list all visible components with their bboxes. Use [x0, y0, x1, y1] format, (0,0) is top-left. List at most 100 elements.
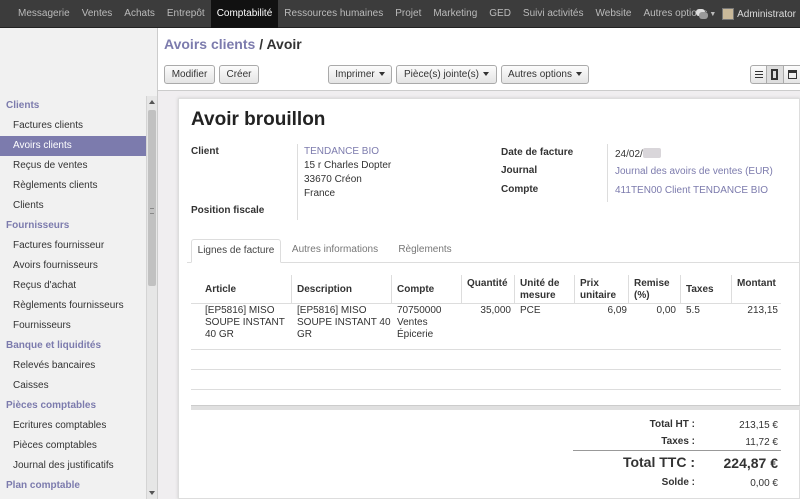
- print-button[interactable]: Imprimer: [328, 65, 392, 84]
- sidebar-item-releves-bancaires[interactable]: Relevés bancaires: [0, 356, 157, 376]
- more-options-button[interactable]: Autres options: [501, 65, 589, 84]
- cell-quantite: 35,000: [480, 305, 511, 316]
- row-divider: [191, 369, 781, 370]
- column-divider: [680, 275, 681, 303]
- list-view-button[interactable]: [750, 65, 767, 84]
- topnav-website[interactable]: Website: [590, 0, 638, 28]
- topnav-comptabilite[interactable]: Comptabilité: [210, 0, 279, 28]
- total-ttc-label: Total TTC :: [622, 454, 695, 470]
- sidebar-item-journal-justificatifs[interactable]: Journal des justificatifs: [0, 456, 157, 476]
- cell-line: [EP5816] MISO: [205, 305, 275, 316]
- attachments-button[interactable]: Pièce(s) jointe(s): [396, 65, 497, 84]
- view-switcher: [750, 65, 800, 84]
- col-header-quantite[interactable]: Quantité: [467, 278, 508, 290]
- caret-down-icon: [483, 72, 490, 77]
- sidebar-item-recus-de-ventes[interactable]: Reçus de ventes: [0, 156, 157, 176]
- client-address-line: France: [304, 188, 336, 199]
- tab-autres-informations[interactable]: Autres informations: [287, 239, 383, 263]
- avatar[interactable]: [722, 8, 735, 20]
- cell-line: SOUPE INSTANT: [205, 317, 285, 328]
- cell-unite: PCE: [520, 305, 541, 316]
- journal-label: Journal: [501, 165, 538, 176]
- sidebar-item-avoirs-clients[interactable]: Avoirs clients: [0, 136, 146, 156]
- col-header-remise[interactable]: Remise (%): [634, 278, 670, 302]
- scrollbar-thumb[interactable]: [148, 110, 156, 286]
- client-name-link[interactable]: TENDANCE BIO: [304, 146, 379, 157]
- chat-icon[interactable]: [696, 9, 709, 19]
- tab-reglements[interactable]: Règlements: [389, 239, 461, 263]
- sidebar-item-pieces-comptables[interactable]: Pièces comptables: [0, 436, 157, 456]
- topnav-suivi-activites[interactable]: Suivi activités: [517, 0, 590, 28]
- sidebar-section-plan-comptable: Plan comptable: [6, 480, 80, 491]
- top-menu-bar: Messagerie Ventes Achats Entrepôt Compta…: [0, 0, 800, 28]
- account-link[interactable]: 411TEN00 Client TENDANCE BIO: [615, 185, 768, 196]
- column-divider: [574, 275, 575, 303]
- solde-label: Solde :: [661, 477, 695, 488]
- topnav-ressources-humaines[interactable]: Ressources humaines: [278, 0, 389, 28]
- redacted-year: [642, 148, 661, 158]
- more-options-label: Autres options: [508, 69, 572, 80]
- column-divider: [291, 275, 292, 303]
- col-header-montant[interactable]: Montant: [737, 278, 776, 290]
- calendar-icon: [788, 70, 797, 79]
- sidebar-item-recus-d-achat[interactable]: Reçus d'achat: [0, 276, 157, 296]
- col-header-unite[interactable]: Unité de mesure: [520, 278, 559, 302]
- invoice-date-label: Date de facture: [501, 147, 574, 158]
- sidebar-item-fournisseurs[interactable]: Fournisseurs: [0, 316, 157, 336]
- row-divider: [191, 303, 781, 304]
- cell-compte: 70750000 Ventes Épicerie: [397, 305, 442, 341]
- sidebar-section-fournisseurs: Fournisseurs: [6, 220, 70, 231]
- taxes-value: 11,72 €: [745, 437, 778, 448]
- logo-area: [0, 28, 157, 96]
- sidebar-item-clients[interactable]: Clients: [0, 196, 157, 216]
- sidebar-scrollbar[interactable]: [146, 96, 157, 499]
- sidebar-item-factures-clients[interactable]: Factures clients: [0, 116, 157, 136]
- cell-line: SOUPE INSTANT 40: [297, 317, 391, 328]
- edit-button[interactable]: Modifier: [164, 65, 215, 84]
- scroll-down-icon[interactable]: [149, 491, 155, 495]
- topnav-ventes[interactable]: Ventes: [76, 0, 119, 28]
- topnav-ged[interactable]: GED: [483, 0, 517, 28]
- column-divider: [514, 275, 515, 303]
- form-icon: [771, 69, 778, 80]
- cell-line: [EP5816] MISO: [297, 305, 367, 316]
- topnav-entrepot[interactable]: Entrepôt: [161, 0, 211, 28]
- row-divider: [191, 349, 781, 350]
- topnav-achats[interactable]: Achats: [118, 0, 161, 28]
- column-divider: [391, 275, 392, 303]
- cell-prix: 6,09: [607, 305, 627, 316]
- sidebar-item-reglements-clients[interactable]: Règlements clients: [0, 176, 157, 196]
- sidebar-item-avoirs-fournisseurs[interactable]: Avoirs fournisseurs: [0, 256, 157, 276]
- col-header-compte[interactable]: Compte: [397, 284, 434, 296]
- sidebar-item-caisses[interactable]: Caisses: [0, 376, 157, 396]
- breadcrumb: Avoirs clients / Avoir: [164, 36, 302, 52]
- form-sheet: Avoir brouillon Client TENDANCE BIO 15 r…: [178, 98, 800, 499]
- print-label: Imprimer: [335, 69, 375, 80]
- column-divider: [731, 275, 732, 303]
- topnav-projet[interactable]: Projet: [389, 0, 427, 28]
- journal-link[interactable]: Journal des avoirs de ventes (EUR): [615, 166, 773, 177]
- sidebar-item-reglements-fournisseurs[interactable]: Règlements fournisseurs: [0, 296, 157, 316]
- cell-line: 70750000: [397, 305, 442, 316]
- scroll-up-icon[interactable]: [149, 100, 155, 104]
- sidebar-section-pieces-comptables: Pièces comptables: [6, 400, 97, 411]
- column-divider: [461, 275, 462, 303]
- col-header-taxes[interactable]: Taxes: [686, 284, 714, 296]
- create-button[interactable]: Créer: [219, 65, 259, 84]
- breadcrumb-parent[interactable]: Avoirs clients: [164, 36, 255, 52]
- topnav-marketing[interactable]: Marketing: [427, 0, 483, 28]
- calendar-view-button[interactable]: [784, 65, 800, 84]
- col-header-unite-line: Unité de: [520, 278, 560, 289]
- tab-lignes-de-facture[interactable]: Lignes de facture: [191, 239, 281, 263]
- col-header-article[interactable]: Article: [205, 284, 236, 296]
- col-header-prix-line: unitaire: [580, 290, 617, 301]
- topnav-messagerie[interactable]: Messagerie: [12, 0, 76, 28]
- sidebar-item-factures-fournisseur[interactable]: Factures fournisseur: [0, 236, 157, 256]
- col-header-prix[interactable]: Prix unitaire: [580, 278, 616, 302]
- cell-taxes: 5.5: [686, 305, 700, 316]
- sidebar-item-ecritures-comptables[interactable]: Ecritures comptables: [0, 416, 157, 436]
- col-header-description[interactable]: Description: [297, 284, 352, 296]
- breadcrumb-current: Avoir: [266, 36, 302, 52]
- form-view-button[interactable]: [767, 65, 784, 84]
- user-menu[interactable]: Administrator: [737, 9, 800, 20]
